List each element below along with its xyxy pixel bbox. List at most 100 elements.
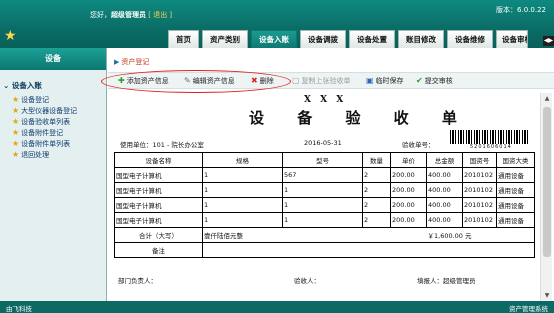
total-words: 壹仟陆佰元整 (202, 227, 427, 243)
sidebar-item-acceptance-list[interactable]: ★ 设备验收单列表 (12, 116, 106, 127)
vertical-scrollbar[interactable]: ▲ ▼ (540, 93, 552, 301)
scroll-thumb[interactable] (543, 107, 551, 257)
table-row[interactable]: 国型电子计算机 1 1 2 200.00 400.00 2010102 通用设备 (114, 182, 535, 198)
add-asset-label: 添加资产信息 (126, 77, 169, 85)
col-spec: 规格 (202, 152, 283, 168)
cell-name: 国型电子计算机 (114, 197, 203, 213)
star-icon: ★ (12, 106, 20, 115)
form-title: 设 备 验 收 单 (249, 109, 471, 127)
tab-equipment-transfer[interactable]: 设备调拨 (300, 30, 346, 48)
cell-asset-no: 2010102 (462, 197, 497, 213)
dept-head-label: 部门负责人： (118, 277, 157, 285)
edit-asset-label: 编辑资产信息 (192, 77, 235, 85)
submit-audit-label: 提交审核 (424, 77, 453, 85)
plus-icon: ✚ (118, 76, 125, 85)
cell-spec: 1 (202, 182, 283, 198)
star-icon: ★ (12, 139, 20, 148)
temp-save-button[interactable]: ▣ 临时保存 (366, 76, 404, 86)
note-value[interactable] (202, 242, 535, 258)
add-asset-button[interactable]: ✚ 添加资产信息 (118, 76, 169, 86)
main-tabs: 首页 资产类别 设备入账 设备调拨 设备处置 账目修改 设备维修 设备审核 (168, 30, 528, 48)
sidebar-item-label: 大型仪器设备登记 (21, 107, 78, 115)
sidebar-item-label: 设备附件单列表 (21, 140, 71, 148)
cell-qty: 2 (362, 167, 391, 183)
copy-previous-button[interactable]: ▢ 复制上张验收单 (292, 76, 351, 86)
form-date: 2016-05-31 (304, 139, 342, 147)
breadcrumb-label: 资产登记 (121, 58, 150, 66)
table-row[interactable]: 国型电子计算机 1 567 2 200.00 400.00 2010102 通用… (114, 167, 535, 183)
inspector-label: 验收人： (294, 277, 320, 285)
footer-company: 由飞科技 (6, 305, 32, 313)
cell-asset-class: 通用设备 (496, 182, 535, 198)
submit-audit-button[interactable]: ✔ 提交审核 (416, 76, 453, 86)
cell-asset-no: 2010102 (462, 182, 497, 198)
cell-unit-price: 200.00 (390, 212, 427, 228)
sidebar-item-label: 设备附件登记 (21, 129, 64, 137)
col-model: 型号 (282, 152, 363, 168)
sidebar-item-attachment-register[interactable]: ★ 设备附件登记 (12, 127, 106, 138)
company-name: X X X (304, 95, 347, 105)
delete-button[interactable]: ✖ 删除 (251, 76, 274, 86)
tab-scroll-arrows-icon[interactable]: ◀▶ (543, 36, 554, 46)
check-icon: ✔ (416, 76, 423, 85)
cell-spec: 1 (202, 212, 283, 228)
star-icon: ★ (12, 128, 20, 137)
chevron-up-icon[interactable]: ▲ (541, 95, 553, 102)
cell-model: 1 (282, 197, 363, 213)
chevron-down-icon: ⌄ (3, 81, 12, 90)
cell-qty: 2 (362, 197, 391, 213)
tab-home[interactable]: 首页 (168, 30, 199, 48)
filler-value: 超级管理员 (443, 277, 476, 285)
footer-system-name: 资产管理系统 (509, 305, 548, 313)
main-panel: ▶ 资产登记 ✚ 添加资产信息 ✎ 编辑资产信息 ✖ 删除 ▢ 复制上张验收单 ▣ 临时保存… (101, 48, 554, 301)
tab-equipment-disposal[interactable]: 设备处置 (349, 30, 395, 48)
triangle-right-icon: ▶ (114, 58, 120, 66)
edit-asset-button[interactable]: ✎ 编辑资产信息 (184, 76, 235, 86)
star-icon: ★ (12, 117, 20, 126)
sidebar-item-equipment-register[interactable]: ★ 设备登记 (12, 94, 106, 105)
tab-asset-category[interactable]: 资产类别 (202, 30, 248, 48)
total-row: 合计（大写） 壹仟陆佰元整 ￥1,600.00 元 (114, 227, 535, 243)
cell-spec: 1 (202, 197, 283, 213)
sidebar-item-return-processing[interactable]: ★ 退回处理 (12, 149, 106, 160)
edit-icon: ✎ (184, 76, 191, 85)
sidebar-item-attachment-list[interactable]: ★ 设备附件单列表 (12, 138, 106, 149)
star-icon: ★ (12, 95, 20, 104)
document-icon: ▢ (292, 76, 300, 85)
app-header: 您好，超级管理员 [ 退出 ] 版本：6.0.0.22 ★ 首页 资产类别 设备… (0, 0, 554, 48)
copy-previous-label: 复制上张验收单 (301, 77, 351, 85)
col-qty: 数量 (362, 152, 391, 168)
status-bar: 由飞科技 资产管理系统 (0, 301, 554, 313)
current-user: 超级管理员 (111, 11, 146, 19)
logout-link[interactable]: [ 退出 ] (148, 11, 172, 19)
cell-total: 400.00 (426, 182, 463, 198)
using-unit-label: 使用单位： (120, 141, 153, 149)
tab-equipment-repair[interactable]: 设备维修 (447, 30, 493, 48)
table-row[interactable]: 国型电子计算机 1 1 2 200.00 400.00 2010102 通用设备 (114, 212, 535, 228)
cell-model: 567 (282, 167, 363, 183)
filler: 填报人：超级管理员 (417, 275, 476, 285)
star-icon: ★ (4, 28, 17, 44)
star-icon: ★ (12, 150, 20, 159)
tab-equipment-audit[interactable]: 设备审核 (496, 30, 528, 48)
col-asset-class: 国资大类 (496, 152, 535, 168)
cell-name: 国型电子计算机 (114, 182, 203, 198)
temp-save-label: 临时保存 (375, 77, 404, 85)
tab-account-edit[interactable]: 账目修改 (398, 30, 444, 48)
sidebar-item-large-instrument-register[interactable]: ★ 大型仪器设备登记 (12, 105, 106, 116)
welcome-text: 您好，超级管理员 [ 退出 ] (90, 10, 172, 20)
col-total: 总金额 (426, 152, 463, 168)
chevron-down-icon[interactable]: ▼ (541, 292, 553, 299)
cell-spec: 1 (202, 167, 283, 183)
sidebar-section-equipment-entry[interactable]: ⌄ 设备入账 (0, 80, 106, 91)
sidebar-item-label: 退回处理 (21, 151, 50, 159)
barcode-number: 5201606014 (470, 144, 512, 150)
cell-model: 1 (282, 182, 363, 198)
cell-unit-price: 200.00 (390, 182, 427, 198)
close-icon: ✖ (251, 76, 258, 85)
cell-total: 400.00 (426, 167, 463, 183)
table-row[interactable]: 国型电子计算机 1 1 2 200.00 400.00 2010102 通用设备 (114, 197, 535, 213)
note-label: 备注 (114, 242, 203, 258)
tab-equipment-entry[interactable]: 设备入账 (251, 30, 297, 48)
total-label: 合计（大写） (114, 227, 203, 243)
